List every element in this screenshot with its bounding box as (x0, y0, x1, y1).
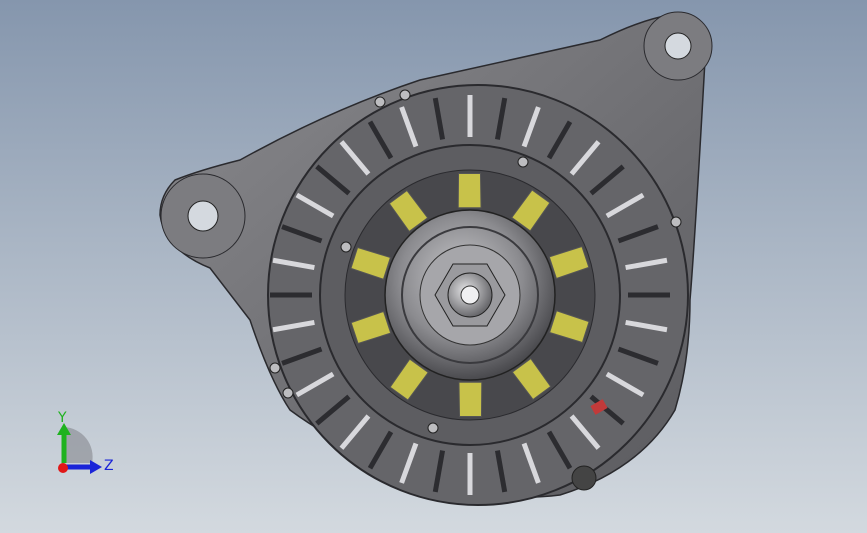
fan-blade (458, 381, 483, 418)
x-axis-dot (58, 463, 68, 473)
3d-viewport[interactable]: Y Z (0, 0, 867, 533)
screw (282, 387, 294, 399)
screw (427, 422, 439, 434)
mount-hole-left (187, 200, 219, 232)
axis-triad: Y Z (57, 410, 114, 474)
z-axis-label: Z (104, 458, 114, 474)
screw (374, 96, 386, 108)
screw (399, 89, 411, 101)
mount-hole-top (664, 32, 692, 60)
y-axis-label: Y (57, 410, 67, 426)
shaft-center (460, 285, 480, 305)
screw (269, 362, 281, 374)
screw (340, 241, 352, 253)
screw (670, 216, 682, 228)
alternator-model[interactable] (0, 0, 867, 533)
terminal-post (571, 465, 597, 491)
screw (517, 156, 529, 168)
z-arrowhead-icon (90, 460, 102, 474)
fan-blade (457, 172, 482, 209)
